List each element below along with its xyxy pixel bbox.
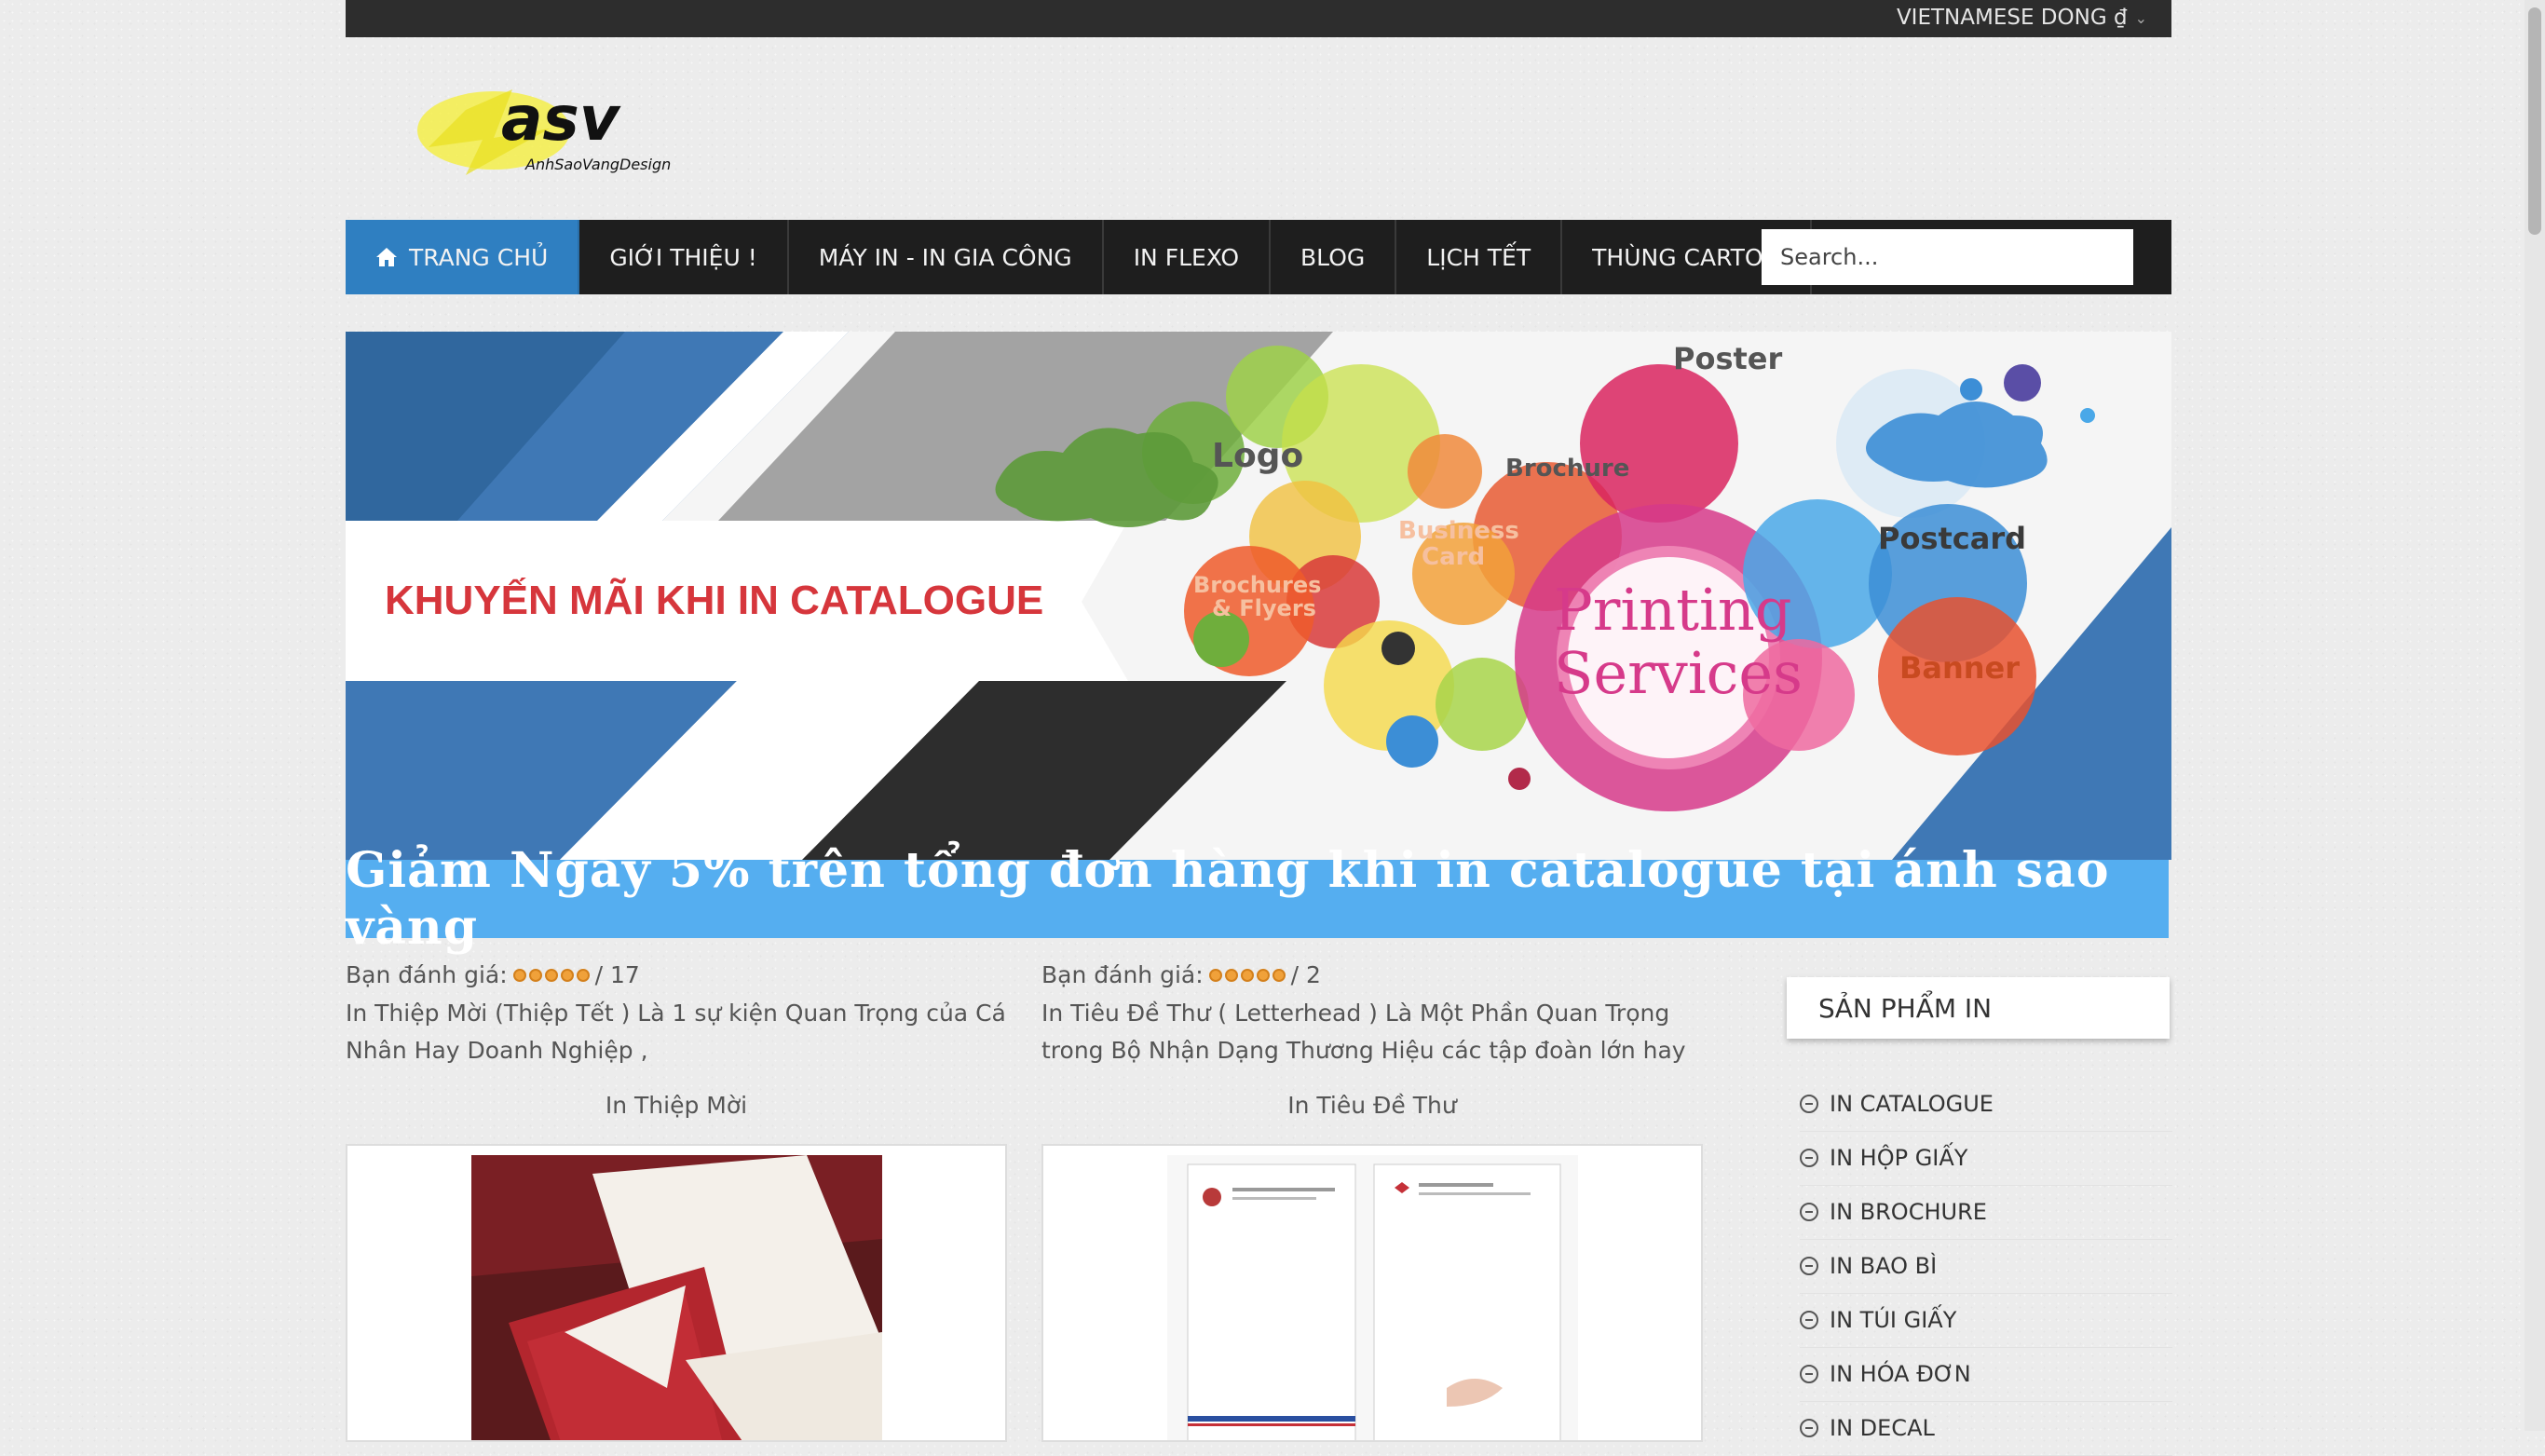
collapse-icon[interactable] — [1800, 1365, 1818, 1383]
sidebar-item-paper-box[interactable]: IN HỘP GIẤY — [1800, 1131, 2172, 1186]
nav-label: TRANG CHỦ — [409, 243, 549, 271]
banner-headline: KHUYẾN MÃI KHI IN CATALOGUE — [385, 578, 1044, 623]
star-icon[interactable] — [560, 968, 574, 982]
banner-caption: Giảm Ngay 5% trên tổng đơn hàng khi in c… — [346, 842, 2169, 956]
bubble-label-flyers: & Flyers — [1212, 595, 1316, 621]
collapse-icon[interactable] — [1800, 1311, 1818, 1329]
home-icon — [376, 248, 397, 266]
nav-item-printing-machines[interactable]: MÁY IN - IN GIA CÔNG — [789, 220, 1104, 294]
sidebar-item-brochure[interactable]: IN BROCHURE — [1800, 1185, 2172, 1240]
star-icon[interactable] — [544, 968, 558, 982]
article-excerpt: In Tiêu Đề Thư ( Letterhead ) Là Một Phầ… — [1041, 1000, 1686, 1064]
nav-label: GIỚI THIỆU ! — [609, 243, 757, 271]
bubble-label-brochure: Brochure — [1505, 455, 1629, 483]
bubble-label-banner: Banner — [1899, 650, 2020, 686]
rating-stars[interactable] — [512, 968, 590, 982]
star-icon[interactable] — [1272, 968, 1286, 982]
article-title[interactable]: In Thiệp Mời — [346, 1092, 1007, 1119]
sidebar-item-label: IN TÚI GIẤY — [1830, 1307, 1957, 1333]
nav-label: IN FLEXO — [1133, 243, 1240, 271]
article-rating: Bạn đánh giá: / 17 — [346, 961, 640, 988]
collapse-icon[interactable] — [1800, 1257, 1818, 1275]
article-thumbnail-frame[interactable] — [1041, 1144, 1703, 1442]
article-thumbnail-frame[interactable] — [346, 1144, 1007, 1442]
rating-label: Bạn đánh giá: — [1041, 961, 1204, 988]
nav-label: LỊCH TẾT — [1426, 243, 1531, 271]
scrollbar-thumb[interactable] — [2528, 7, 2541, 235]
collapse-icon[interactable] — [1800, 1149, 1818, 1167]
article-excerpt: In Thiệp Mời (Thiệp Tết ) Là 1 sự kiện Q… — [346, 1000, 1006, 1064]
nav-item-flexo[interactable]: IN FLEXO — [1104, 220, 1272, 294]
page-scrollbar[interactable] — [2525, 0, 2545, 1431]
sidebar-item-decal[interactable]: IN DECAL — [1800, 1401, 2172, 1456]
collapse-icon[interactable] — [1800, 1419, 1818, 1437]
sidebar-item-label: IN BAO BÌ — [1830, 1253, 1938, 1279]
currency-label: VIETNAMESE DONG ₫ — [1896, 6, 2128, 30]
currency-selector[interactable]: VIETNAMESE DONG ₫ ⌄ — [1897, 6, 2147, 30]
star-icon[interactable] — [1224, 968, 1238, 982]
article-rating: Bạn đánh giá: / 2 — [1041, 961, 1321, 988]
bubble-label-logo: Logo — [1212, 437, 1303, 475]
rating-count: / 2 — [1290, 961, 1321, 988]
star-icon[interactable] — [1240, 968, 1254, 982]
nav-item-home[interactable]: TRANG CHỦ — [346, 220, 580, 294]
rating-stars[interactable] — [1208, 968, 1286, 982]
bubble-label-card: Card — [1422, 543, 1485, 571]
rating-count: / 17 — [594, 961, 640, 988]
asv-logo-icon: asv AnhSaoVangDesign — [417, 83, 671, 175]
sidebar-item-label: IN HÓA ĐƠN — [1830, 1361, 1971, 1387]
bubble-label-brochures: Brochures — [1193, 572, 1321, 598]
nav-item-calendar[interactable]: LỊCH TẾT — [1396, 220, 1563, 294]
nav-label: MÁY IN - IN GIA CÔNG — [818, 243, 1072, 271]
invitation-card-image — [471, 1155, 882, 1440]
sidebar-item-catalogue[interactable]: IN CATALOGUE — [1800, 1077, 2172, 1132]
bubble-label-poster: Poster — [1673, 341, 1782, 376]
bubble-label-business: Business — [1398, 517, 1519, 545]
bubble-label-printing: Printing — [1554, 576, 1791, 644]
logo-tagline: AnhSaoVangDesign — [524, 156, 671, 173]
search-input[interactable] — [1762, 229, 2133, 285]
star-icon[interactable] — [528, 968, 542, 982]
sidebar-item-packaging[interactable]: IN BAO BÌ — [1800, 1239, 2172, 1294]
top-bar: VIETNAMESE DONG ₫ ⌄ — [346, 0, 2171, 37]
star-icon[interactable] — [512, 968, 526, 982]
star-icon[interactable] — [576, 968, 590, 982]
sidebar-item-invoice[interactable]: IN HÓA ĐƠN — [1800, 1347, 2172, 1402]
nav-item-about[interactable]: GIỚI THIỆU ! — [579, 220, 789, 294]
chevron-down-icon: ⌄ — [2134, 8, 2147, 27]
bubble-label-services: Services — [1554, 639, 1803, 707]
logo-mark: asv — [501, 83, 621, 155]
collapse-icon[interactable] — [1800, 1203, 1818, 1221]
sidebar-item-label: IN BROCHURE — [1830, 1199, 1987, 1225]
letterhead-image — [1167, 1155, 1578, 1440]
sidebar-item-paper-bag[interactable]: IN TÚI GIẤY — [1800, 1293, 2172, 1348]
sidebar-heading: SẢN PHẨM IN — [1787, 977, 2170, 1039]
nav-item-blog[interactable]: BLOG — [1271, 220, 1397, 294]
sidebar-item-label: IN DECAL — [1830, 1415, 1935, 1441]
bubble-label-postcard: Postcard — [1878, 521, 2026, 556]
sidebar-item-label: IN CATALOGUE — [1830, 1091, 1994, 1117]
sidebar-item-label: IN HỘP GIẤY — [1830, 1145, 1968, 1171]
article-title[interactable]: In Tiêu Đề Thư — [1041, 1092, 1703, 1119]
collapse-icon[interactable] — [1800, 1095, 1818, 1113]
nav-label: BLOG — [1300, 243, 1366, 271]
star-icon[interactable] — [1256, 968, 1270, 982]
site-logo[interactable]: asv AnhSaoVangDesign — [410, 73, 708, 184]
rating-label: Bạn đánh giá: — [346, 961, 508, 988]
nav-label: THÙNG CARTON — [1592, 243, 1781, 271]
star-icon[interactable] — [1208, 968, 1222, 982]
